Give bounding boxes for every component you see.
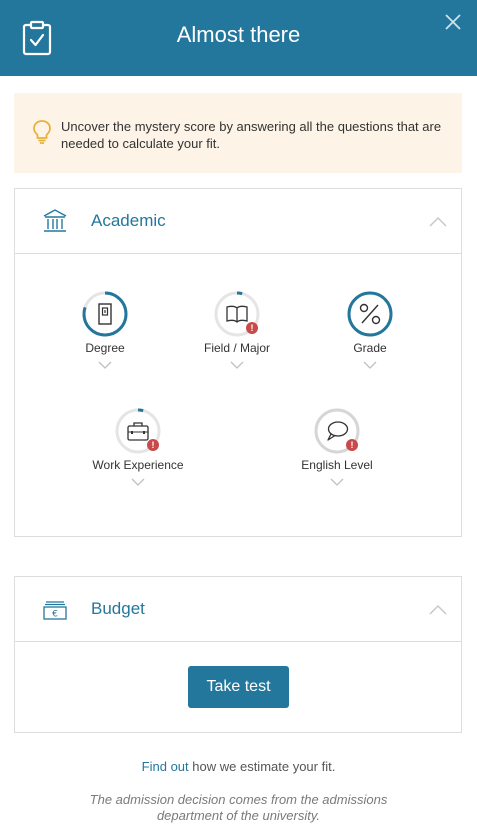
- header: Almost there: [0, 0, 477, 76]
- percent-icon: [359, 303, 381, 325]
- chevron-up-icon[interactable]: [429, 604, 447, 616]
- page-title: Almost there: [176, 22, 301, 47]
- tip-text: Uncover the mystery score by answering a…: [61, 119, 442, 151]
- question-english-level[interactable]: ! English Level: [277, 407, 397, 486]
- chevron-up-icon[interactable]: [429, 216, 447, 228]
- question-label: Work Experience: [92, 458, 184, 472]
- tip-banner: Uncover the mystery score by answering a…: [14, 93, 462, 173]
- academic-section-header[interactable]: Academic: [15, 189, 461, 254]
- academic-section: Academic Degree ! Field / Major Grade ! …: [14, 188, 462, 537]
- chevron-down-icon[interactable]: [131, 478, 145, 486]
- warning-badge: !: [147, 439, 159, 451]
- question-degree[interactable]: Degree: [45, 290, 165, 369]
- speech-bubble-icon: [327, 421, 349, 441]
- chevron-down-icon[interactable]: [98, 361, 112, 369]
- question-label: Field / Major: [203, 341, 271, 355]
- chevron-down-icon[interactable]: [230, 361, 244, 369]
- money-icon: €: [43, 601, 67, 620]
- budget-section-title: Budget: [91, 599, 145, 618]
- warning-badge: !: [246, 322, 258, 334]
- question-label: Degree: [85, 341, 125, 355]
- estimate-info-text: how we estimate your fit.: [188, 759, 336, 774]
- warning-badge: !: [346, 439, 358, 451]
- question-label: English Level: [301, 458, 373, 472]
- lightbulb-icon: [33, 120, 51, 144]
- find-out-link[interactable]: Find out: [142, 759, 189, 774]
- disclaimer-text: The admission decision comes from the ad…: [89, 792, 388, 823]
- budget-section: € Budget Take test: [14, 576, 462, 733]
- briefcase-icon: [127, 422, 149, 441]
- question-grade[interactable]: Grade: [310, 290, 430, 369]
- book-icon: [226, 305, 248, 323]
- question-label: Grade: [353, 341, 387, 355]
- chevron-down-icon[interactable]: [330, 478, 344, 486]
- question-field-major[interactable]: ! Field / Major: [177, 290, 297, 369]
- svg-text:€: €: [52, 610, 58, 620]
- chevron-down-icon[interactable]: [363, 361, 377, 369]
- take-test-button[interactable]: Take test: [188, 666, 289, 708]
- university-icon: [43, 209, 67, 232]
- academic-section-title: Academic: [91, 211, 166, 230]
- budget-section-header[interactable]: € Budget: [15, 577, 461, 642]
- estimate-info: Find out how we estimate your fit.: [0, 759, 477, 774]
- question-work-experience[interactable]: ! Work Experience: [78, 407, 198, 486]
- close-icon[interactable]: [443, 12, 463, 32]
- door-icon: [98, 303, 112, 325]
